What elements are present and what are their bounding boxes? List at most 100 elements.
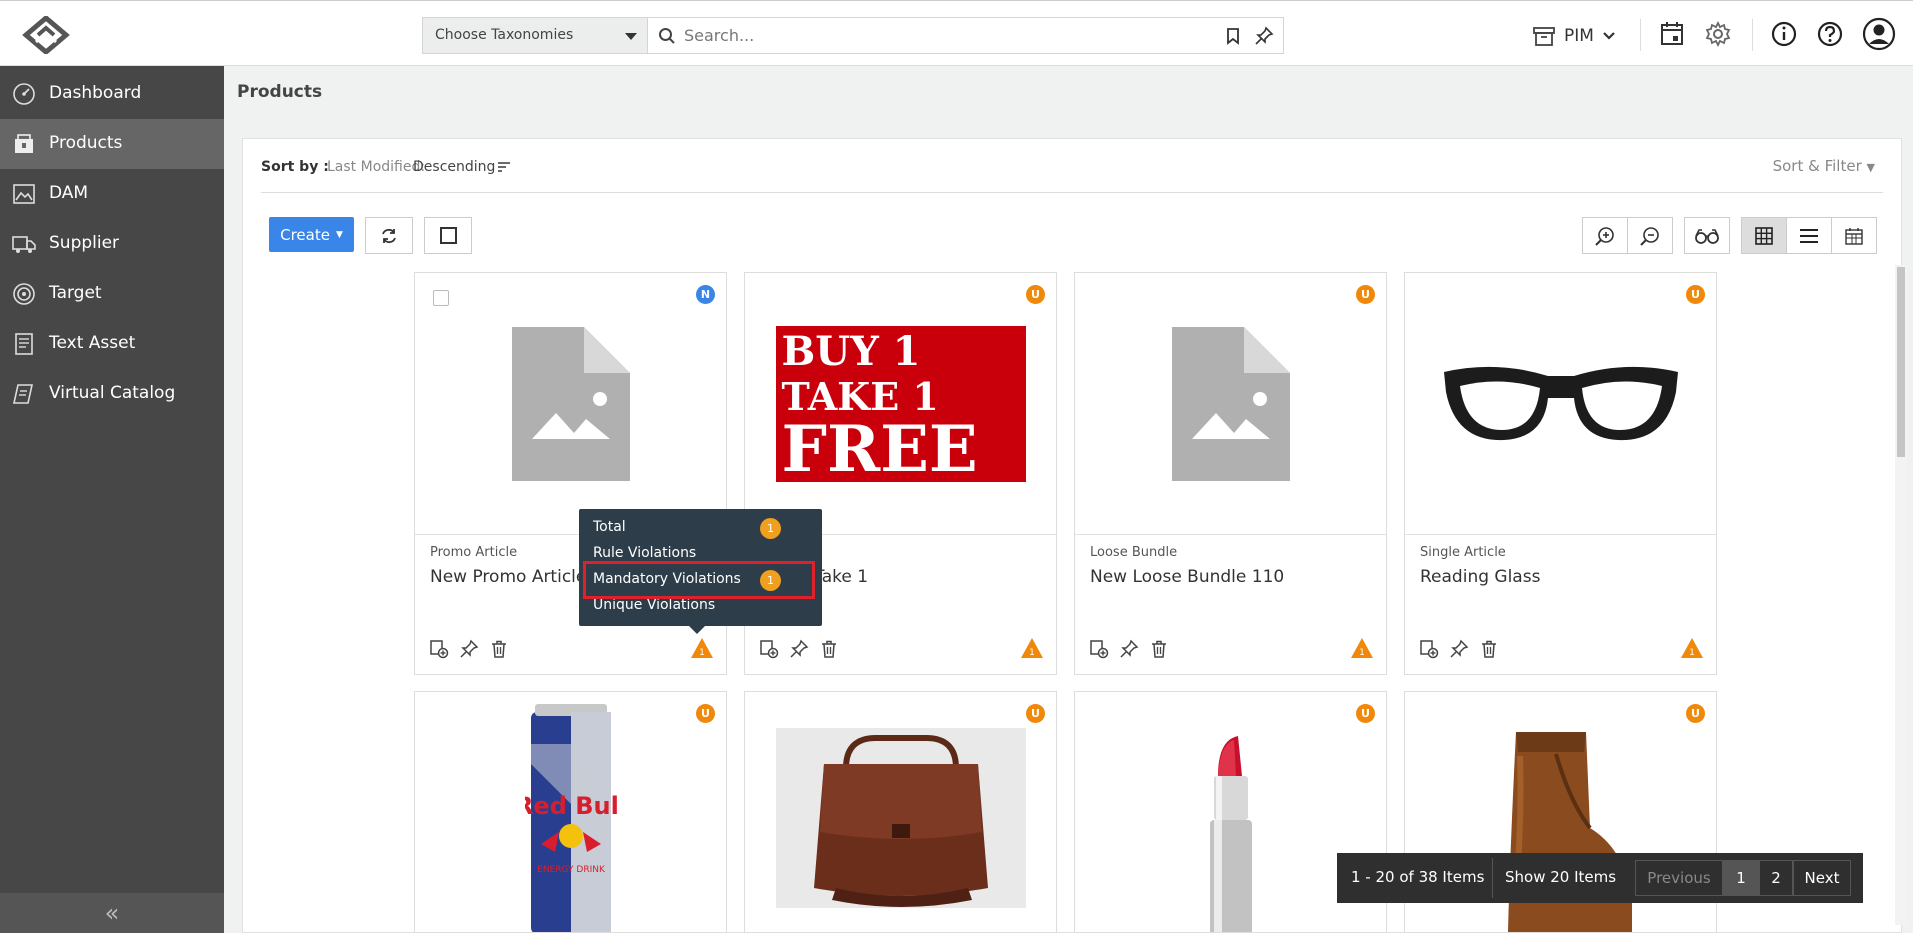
- select-all-button[interactable]: [424, 217, 472, 254]
- sidebar-item-products[interactable]: Products: [0, 119, 224, 169]
- caret-down-icon: ▼: [335, 229, 343, 240]
- violations-tooltip: Total 1 Rule Violations Mandatory Violat…: [579, 509, 822, 634]
- status-badge[interactable]: N: [696, 285, 715, 304]
- search-icon: [659, 28, 675, 44]
- sort-filter-toggle[interactable]: Sort & Filter ▼: [1773, 157, 1875, 175]
- warning-count: 1: [1689, 648, 1695, 658]
- copy-add-icon[interactable]: [759, 639, 779, 659]
- sidebar-item-supplier[interactable]: Supplier: [0, 219, 224, 269]
- refresh-button[interactable]: [365, 217, 413, 254]
- help-icon[interactable]: [1815, 19, 1845, 49]
- previous-page-button[interactable]: Previous: [1635, 860, 1723, 896]
- pin-icon[interactable]: [459, 639, 479, 659]
- page-1-button[interactable]: 1: [1723, 860, 1759, 896]
- product-image[interactable]: [745, 692, 1056, 932]
- catalog-icon: [13, 384, 33, 404]
- refresh-icon: [382, 228, 396, 243]
- page-number: 2: [1771, 869, 1781, 887]
- sidebar-item-target[interactable]: Target: [0, 269, 224, 319]
- grid-view-button[interactable]: [1741, 217, 1787, 254]
- violation-total-label: Total: [593, 519, 626, 535]
- taxonomy-select[interactable]: Choose Taxonomies: [422, 17, 647, 54]
- speedometer-icon: [13, 83, 35, 105]
- product-card[interactable]: U Single Article Reading Glass 1: [1404, 272, 1717, 675]
- product-name[interactable]: New Loose Bundle 110: [1090, 567, 1284, 587]
- sidebar-item-virtual-catalog[interactable]: Virtual Catalog: [0, 369, 224, 419]
- copy-add-icon[interactable]: [1089, 639, 1109, 659]
- product-card[interactable]: U Loose Bundle New Loose Bundle 110 1: [1074, 272, 1387, 675]
- vertical-scrollbar[interactable]: [1895, 265, 1907, 925]
- pin-icon[interactable]: [789, 639, 809, 659]
- create-button[interactable]: Create ▼: [269, 217, 354, 252]
- pin-icon[interactable]: [1254, 26, 1274, 46]
- warning-icon[interactable]: 1: [690, 637, 714, 659]
- copy-add-icon[interactable]: [1419, 639, 1439, 659]
- search-input[interactable]: [684, 18, 1184, 53]
- preview-button[interactable]: [1684, 217, 1730, 254]
- page-2-button[interactable]: 2: [1759, 860, 1793, 896]
- violation-total-count: 1: [760, 518, 781, 539]
- status-badge[interactable]: U: [1026, 704, 1045, 723]
- sidebar-item-dam[interactable]: DAM: [0, 169, 224, 219]
- warning-count: 1: [1029, 648, 1035, 658]
- product-card[interactable]: Red Bull ENERGY DRINK U: [414, 691, 727, 933]
- search-box: [647, 17, 1284, 54]
- info-icon[interactable]: [1769, 19, 1799, 49]
- sort-bar: Sort by : Last Modified: Descending Sort…: [261, 139, 1883, 193]
- trash-icon[interactable]: [1479, 639, 1499, 659]
- app-logo-icon[interactable]: [22, 16, 70, 54]
- product-name[interactable]: New Promo Article: [430, 567, 586, 587]
- sort-descending-icon[interactable]: [497, 161, 511, 173]
- calendar-icon[interactable]: [1657, 19, 1687, 49]
- gear-icon[interactable]: [1703, 19, 1733, 49]
- product-card[interactable]: U: [744, 691, 1057, 933]
- warning-icon[interactable]: 1: [1680, 637, 1704, 659]
- trash-icon[interactable]: [1149, 639, 1169, 659]
- module-switcher[interactable]: PIM: [1532, 21, 1616, 51]
- user-avatar-icon[interactable]: [1862, 17, 1896, 51]
- target-icon: [13, 283, 35, 305]
- status-badge[interactable]: U: [1356, 704, 1375, 723]
- pin-icon[interactable]: [1449, 639, 1469, 659]
- energy-drink-can-image: Red Bull ENERGY DRINK: [525, 704, 617, 932]
- sidebar-item-dashboard[interactable]: Dashboard: [0, 69, 224, 119]
- card-actions: [429, 639, 509, 659]
- product-image[interactable]: Red Bull ENERGY DRINK: [415, 692, 726, 932]
- product-name[interactable]: Reading Glass: [1420, 567, 1540, 587]
- warning-icon[interactable]: 1: [1350, 637, 1374, 659]
- rule-violations-label[interactable]: Rule Violations: [593, 545, 696, 561]
- product-image[interactable]: [415, 273, 726, 535]
- sidebar-item-text-asset[interactable]: Text Asset: [0, 319, 224, 369]
- checkbox-icon: [439, 227, 457, 244]
- pin-icon[interactable]: [1119, 639, 1139, 659]
- zoom-in-button[interactable]: [1582, 217, 1628, 254]
- promo-banner-image: BUY 1 TAKE 1 FREE: [775, 325, 1026, 482]
- trash-icon[interactable]: [489, 639, 509, 659]
- unique-violations-label[interactable]: Unique Violations: [593, 597, 715, 613]
- scrollbar-thumb[interactable]: [1897, 267, 1905, 457]
- status-badge[interactable]: U: [696, 704, 715, 723]
- status-badge[interactable]: U: [1686, 704, 1705, 723]
- product-image[interactable]: [1075, 273, 1386, 535]
- sort-field[interactable]: Last Modified:: [327, 159, 425, 175]
- collapse-sidebar-button[interactable]: «: [0, 893, 224, 933]
- sort-direction[interactable]: Descending: [413, 159, 495, 175]
- status-badge[interactable]: U: [1356, 285, 1375, 304]
- trash-icon[interactable]: [819, 639, 839, 659]
- show-items-button[interactable]: Show 20 Items: [1505, 868, 1616, 886]
- product-image[interactable]: BUY 1 TAKE 1 FREE: [745, 273, 1056, 535]
- calendar-view-button[interactable]: [1831, 217, 1877, 254]
- status-badge[interactable]: U: [1026, 285, 1045, 304]
- sidebar-item-label: DAM: [49, 183, 89, 203]
- list-view-button[interactable]: [1786, 217, 1832, 254]
- next-page-button[interactable]: Next: [1793, 860, 1851, 896]
- card-checkbox[interactable]: [433, 290, 449, 306]
- warning-count: 1: [699, 648, 705, 658]
- copy-add-icon[interactable]: [429, 639, 449, 659]
- product-image[interactable]: [1405, 273, 1716, 535]
- next-label: Next: [1804, 869, 1840, 887]
- status-badge[interactable]: U: [1686, 285, 1705, 304]
- warning-icon[interactable]: 1: [1020, 637, 1044, 659]
- zoom-out-button[interactable]: [1627, 217, 1673, 254]
- bookmark-icon[interactable]: [1224, 27, 1242, 45]
